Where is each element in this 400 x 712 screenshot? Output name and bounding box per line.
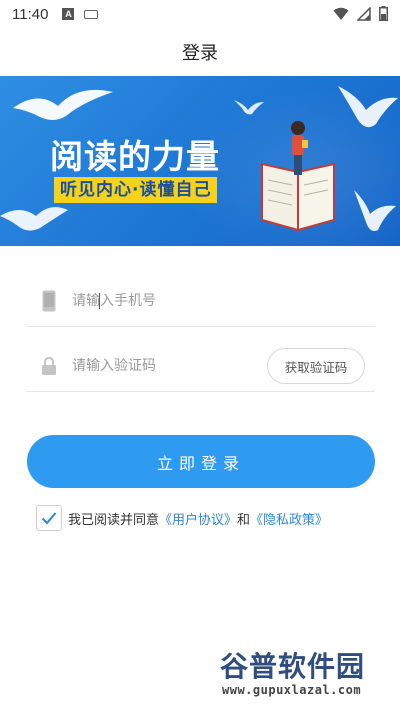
seagull-left-icon [13, 89, 113, 120]
seagull-small-icon [234, 100, 264, 115]
notification-a-icon: A [62, 8, 75, 20]
get-code-button[interactable]: 获取验证码 [267, 348, 365, 384]
wifi-icon [333, 7, 349, 20]
phone-field-row [26, 275, 375, 327]
page-title: 登录 [182, 43, 218, 64]
user-agreement-link[interactable]: 《用户协议》 [159, 509, 237, 528]
battery-icon [379, 6, 388, 21]
status-icons [333, 6, 388, 21]
phone-icon [26, 290, 72, 312]
banner-title: 阅读的力量 [50, 137, 220, 176]
banner: 阅读的力量 听见内心·读懂自己 [0, 76, 400, 246]
status-bar: 11:40 A [0, 0, 400, 28]
code-field-row: 获取验证码 [26, 340, 375, 392]
title-bar: 登录 [0, 28, 400, 76]
agreement-row: 我已阅读并同意 《用户协议》 和 《隐私政策》 [36, 505, 328, 531]
seagull-right-icon [338, 86, 398, 128]
checkmark-icon [41, 512, 57, 525]
login-button[interactable]: 立即登录 [27, 435, 375, 488]
book-illustration-icon [261, 121, 335, 232]
banner-subtitle: 听见内心·读懂自己 [54, 177, 218, 203]
agreement-text: 我已阅读并同意 [68, 512, 160, 528]
agreement-checkbox[interactable] [36, 505, 62, 531]
privacy-policy-link[interactable]: 《隐私政策》 [250, 509, 328, 528]
keyboard-icon [84, 9, 99, 19]
watermark-brand: 谷普软件园 [220, 650, 366, 683]
text-caret [99, 293, 100, 309]
status-time: 11:40 [12, 5, 49, 23]
seagull-right-bottom-icon [354, 190, 396, 231]
lock-icon [26, 356, 72, 376]
watermark: 谷普软件园 www.gupuxlazal.com [220, 645, 394, 709]
signal-icon [357, 6, 371, 21]
code-input[interactable] [72, 357, 252, 374]
watermark-url: www.gupuxlazal.com [222, 683, 362, 697]
agreement-and-text: 和 [237, 512, 251, 528]
